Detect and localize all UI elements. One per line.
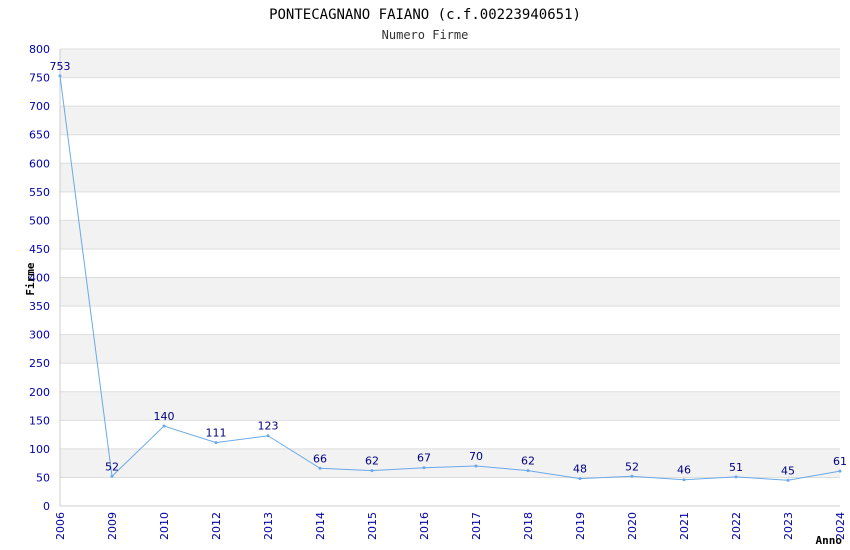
x-tick-label: 2014 (314, 512, 327, 540)
grid-band (60, 477, 840, 506)
x-axis-title: Anno (816, 534, 843, 547)
y-tick-label: 450 (29, 243, 50, 256)
grid-band (60, 391, 840, 421)
data-label: 66 (313, 452, 327, 465)
y-tick-label: 550 (29, 186, 50, 199)
data-label: 62 (521, 455, 535, 468)
x-tick-label: 2019 (574, 512, 587, 540)
x-tick-label: 2009 (106, 512, 119, 540)
x-tick-label: 2021 (678, 512, 691, 540)
data-point (266, 434, 270, 438)
data-point (682, 478, 686, 482)
y-tick-label: 0 (43, 500, 50, 513)
grid-band (60, 420, 840, 449)
grid-band (60, 106, 840, 135)
x-tick-label: 2006 (54, 512, 67, 540)
data-point (370, 469, 374, 473)
data-point (526, 469, 530, 473)
data-point (734, 475, 738, 479)
data-label: 45 (781, 464, 795, 477)
grid-band (60, 248, 840, 278)
grid-band (60, 191, 840, 221)
grid-band (60, 448, 840, 478)
data-point (474, 464, 478, 468)
y-tick-label: 50 (36, 471, 50, 484)
x-tick-label: 2010 (158, 512, 171, 540)
grid-band (60, 134, 840, 164)
x-tick-label: 2023 (782, 512, 795, 540)
grid-band (60, 163, 840, 192)
chart-subtitle: Numero Firme (382, 28, 469, 42)
y-tick-label: 150 (29, 414, 50, 427)
data-label: 52 (105, 460, 119, 473)
data-point (422, 466, 426, 470)
y-tick-label: 300 (29, 329, 50, 342)
grid-band (60, 220, 840, 249)
data-point (58, 74, 62, 78)
x-tick-label: 2018 (522, 512, 535, 540)
data-point (630, 474, 634, 478)
y-tick-label: 100 (29, 443, 50, 456)
data-point (110, 474, 114, 478)
y-tick-label: 800 (29, 43, 50, 56)
data-label: 140 (154, 410, 175, 423)
x-tick-label: 2015 (366, 512, 379, 540)
data-point (214, 441, 218, 445)
data-label: 52 (625, 460, 639, 473)
grid-band (60, 77, 840, 107)
data-label: 111 (206, 427, 227, 440)
x-tick-label: 2022 (730, 512, 743, 540)
data-point (786, 478, 790, 482)
line-chart: PONTECAGNANO FAIANO (c.f.00223940651) Nu… (24, 7, 847, 547)
grid-band (60, 277, 840, 307)
data-point (318, 466, 322, 470)
y-tick-label: 500 (29, 214, 50, 227)
y-tick-label: 600 (29, 157, 50, 170)
y-tick-label: 250 (29, 357, 50, 370)
x-tick-label: 2017 (470, 512, 483, 540)
y-tick-label: 200 (29, 386, 50, 399)
chart-title: PONTECAGNANO FAIANO (c.f.00223940651) (269, 7, 581, 23)
y-axis-title: Firme (24, 262, 37, 295)
data-label: 51 (729, 461, 743, 474)
x-tick-label: 2013 (262, 512, 275, 540)
y-tick-label: 750 (29, 72, 50, 85)
data-point (838, 469, 842, 473)
x-tick-label: 2012 (210, 512, 223, 540)
data-label: 62 (365, 455, 379, 468)
data-point (162, 424, 166, 428)
grid-band (60, 306, 840, 335)
y-tick-label: 350 (29, 300, 50, 313)
y-tick-label: 650 (29, 129, 50, 142)
x-tick-label: 2016 (418, 512, 431, 540)
data-label: 753 (50, 60, 71, 73)
data-label: 70 (469, 450, 483, 463)
data-label: 46 (677, 464, 691, 477)
data-label: 48 (573, 463, 587, 476)
data-label: 67 (417, 452, 431, 465)
x-axis-ticks: 2006 2009 2010 2012 2013 2014 2015 2016 2017 2018… (54, 512, 847, 540)
x-tick-label: 2020 (626, 512, 639, 540)
data-label: 123 (258, 420, 279, 433)
y-tick-label: 700 (29, 100, 50, 113)
data-point (578, 477, 582, 481)
data-label: 61 (833, 455, 847, 468)
grid-band (60, 363, 840, 392)
grid-band (60, 334, 840, 364)
grid-band (60, 49, 840, 78)
